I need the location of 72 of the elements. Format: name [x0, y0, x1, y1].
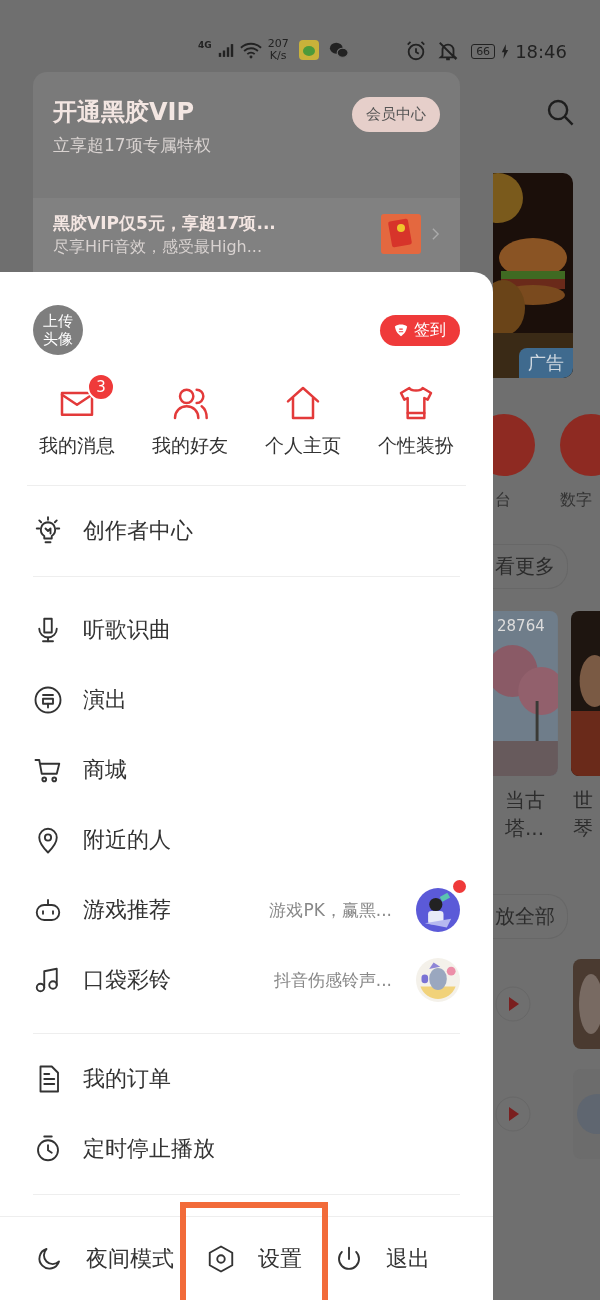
card-title: 当古: [505, 787, 546, 814]
card-title: 琴: [573, 815, 593, 842]
search-icon[interactable]: [546, 98, 575, 127]
shortcut-label: 我的好友: [152, 433, 228, 458]
vip-subtitle: 立享超17项专属特权: [53, 134, 211, 157]
shortcut-button[interactable]: 个性装扮: [366, 369, 466, 459]
menu-label: 我的订单: [83, 1065, 172, 1093]
menu-hint: 游戏PK，赢黑...: [269, 898, 392, 922]
menu-item[interactable]: 商城: [33, 735, 460, 805]
menu-label: 演出: [83, 686, 128, 714]
wifi-icon: [239, 41, 262, 59]
bottom-bar-button[interactable]: 设置: [206, 1243, 302, 1274]
bottom-bar-label: 夜间模式: [86, 1244, 174, 1273]
shortcut-button[interactable]: 3 我的消息: [27, 369, 127, 459]
tile-label: 台: [495, 490, 512, 511]
menu-item[interactable]: 我的订单: [33, 1044, 460, 1114]
menu-item[interactable]: 定时停止播放: [33, 1114, 460, 1184]
menu-label: 附近的人: [83, 826, 172, 854]
lightbulb-icon: [33, 516, 63, 546]
shortcut-button[interactable]: 我的好友: [140, 369, 240, 459]
menu-item[interactable]: 听歌识曲: [33, 595, 460, 665]
bottom-bar-button[interactable]: 夜间模式: [34, 1243, 174, 1274]
promo-text: 尽享HiFi音效，感受最High...: [53, 237, 263, 258]
chevron-right-icon: [431, 227, 440, 241]
menu-label: 游戏推荐: [83, 896, 172, 924]
envelope-icon: [381, 214, 421, 254]
bottom-bar-label: 退出: [386, 1244, 430, 1273]
bottom-bar-label: 设置: [258, 1244, 302, 1273]
speed-value: 207: [267, 38, 289, 50]
charging-icon: [501, 43, 510, 59]
shortcut-label: 我的消息: [39, 433, 115, 458]
menu-label: 定时停止播放: [83, 1135, 216, 1163]
vip-title: 开通黑胶VIP: [53, 97, 196, 128]
play-count: 28764: [497, 617, 545, 635]
menu-label: 商城: [83, 756, 128, 784]
menu-item[interactable]: 演出: [33, 665, 460, 735]
member-center-button[interactable]: 会员中心: [352, 97, 440, 132]
network-type: 4G: [198, 40, 212, 50]
clock: 18:46: [515, 40, 567, 62]
app-icon: [298, 40, 319, 60]
upload-avatar-button[interactable]: 上传头像: [33, 305, 83, 355]
cloud-logo-icon: [394, 323, 408, 337]
shortcut-button[interactable]: 个人主页: [253, 369, 353, 459]
shortcut-label: 个性装扮: [378, 433, 454, 458]
settings-icon: [206, 1243, 236, 1274]
ticket-icon: [33, 685, 63, 715]
bell-off-icon: [437, 40, 460, 62]
shortcut-label: 个人主页: [265, 433, 341, 458]
menu-label: 创作者中心: [83, 517, 194, 545]
bottom-bar-button[interactable]: 退出: [334, 1243, 430, 1274]
vip-card[interactable]: 开通黑胶VIP 立享超17项专属特权 会员中心 黑胶VIP仅5元，享超17项... 尽享HiFi音效，感受最High...: [33, 72, 460, 272]
check-in-label: 签到: [414, 319, 446, 341]
ad-label: 广告: [519, 348, 573, 378]
signal-icon: [217, 42, 234, 58]
unread-count-badge: 3: [87, 373, 115, 401]
card-title: 世: [573, 787, 593, 814]
check-in-button[interactable]: 签到: [380, 314, 460, 346]
tile-label: 数字: [560, 490, 593, 511]
menu-hint: 抖音伤感铃声...: [273, 968, 392, 992]
menu-label: 听歌识曲: [83, 616, 172, 644]
play-icon[interactable]: [495, 986, 531, 1022]
menu-item[interactable]: 创作者中心: [33, 496, 460, 566]
card-title: 塔...: [505, 815, 546, 842]
menu-item[interactable]: 附近的人: [33, 805, 460, 875]
menu-item[interactable]: 口袋彩铃 抖音伤感铃声...: [33, 945, 468, 1015]
promo-title: 黑胶VIP仅5元，享超17项...: [53, 212, 277, 235]
play-icon[interactable]: [495, 1096, 531, 1132]
menu-label: 口袋彩铃: [83, 966, 172, 994]
battery-level: 66: [471, 43, 496, 59]
chat-icon: [328, 40, 349, 60]
menu-item[interactable]: 游戏推荐 游戏PK，赢黑...: [33, 875, 468, 945]
speed-unit: K/s: [269, 50, 287, 62]
